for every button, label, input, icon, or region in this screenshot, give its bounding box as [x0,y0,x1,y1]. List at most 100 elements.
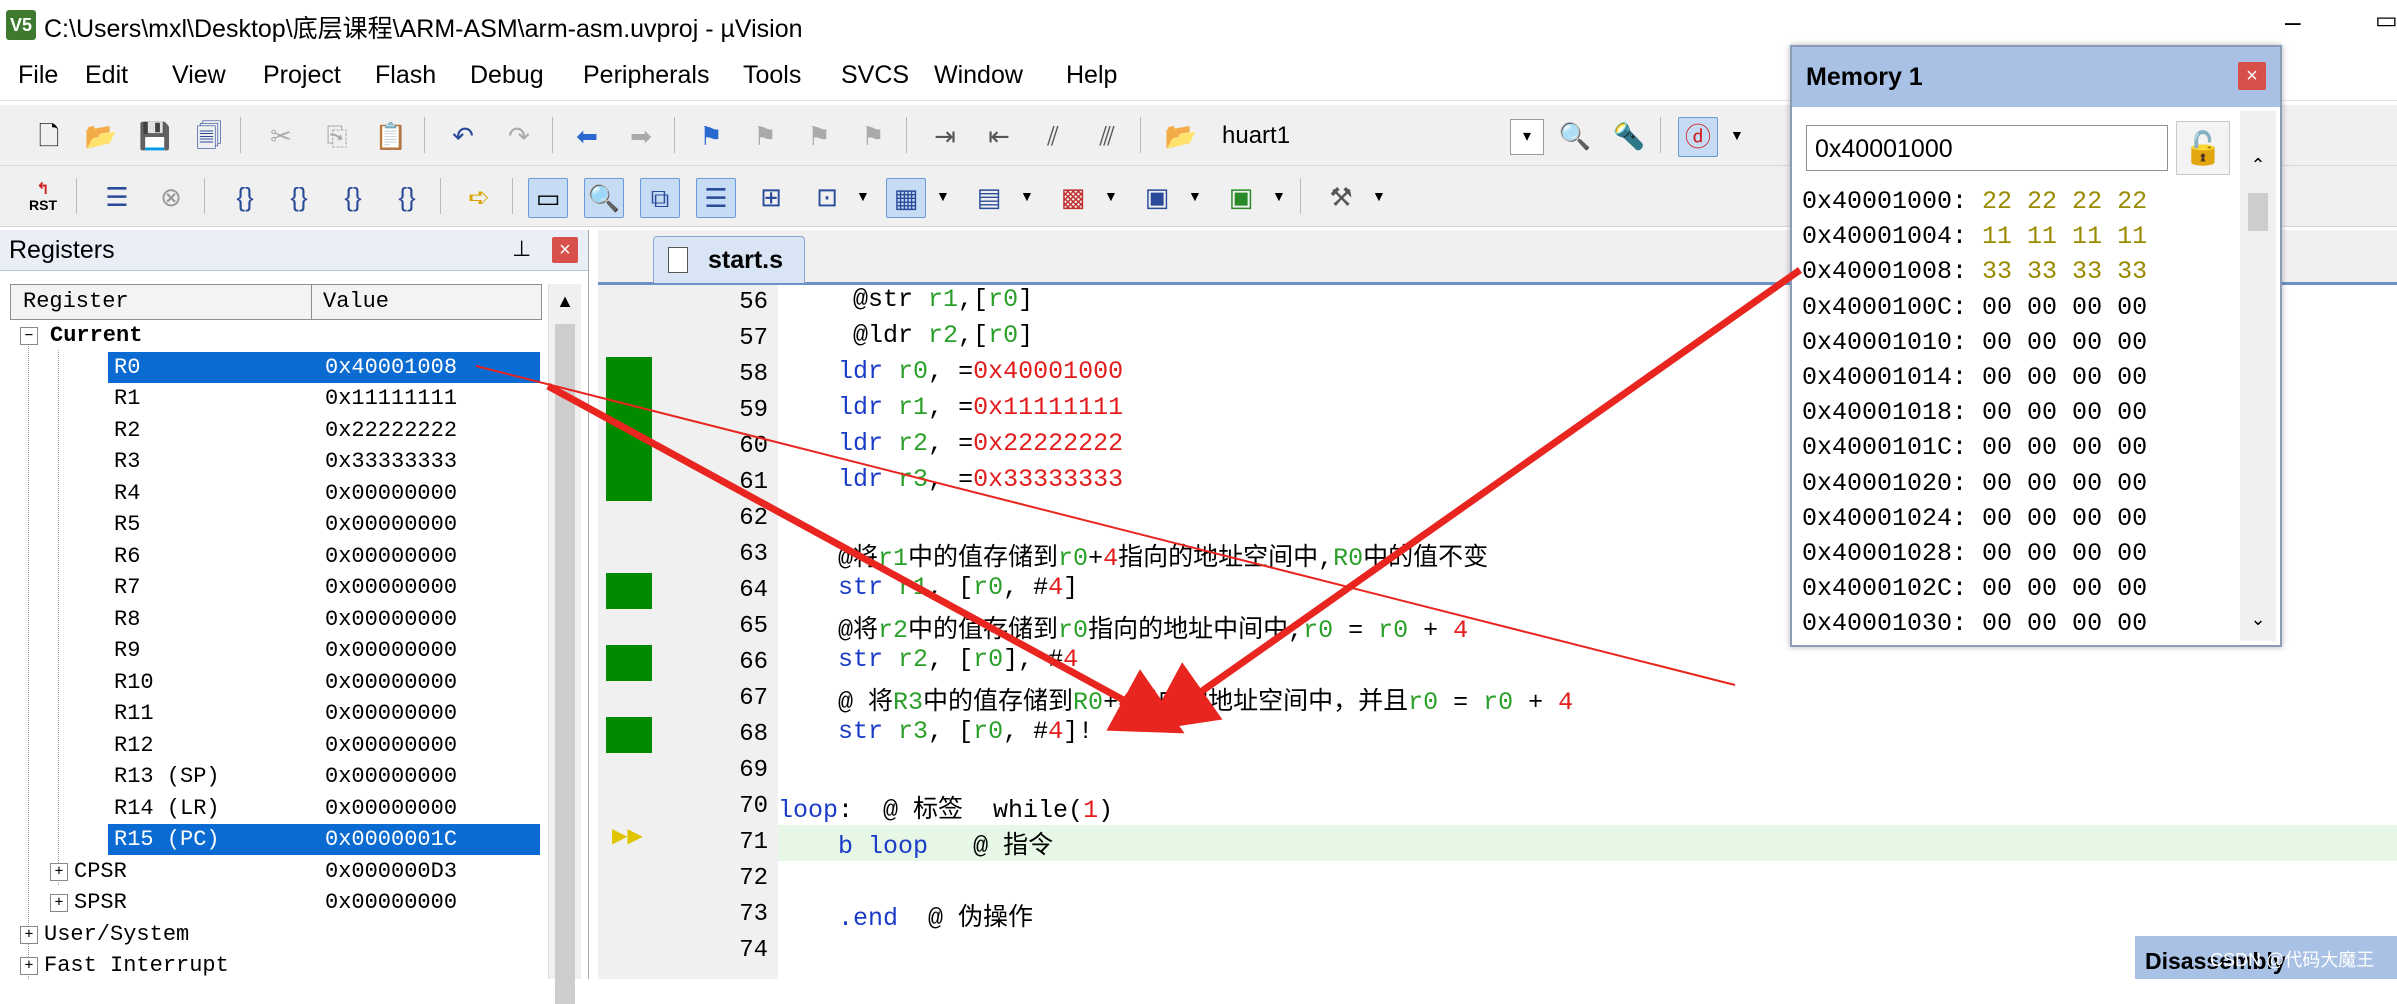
menu-edit[interactable]: Edit [85,61,128,90]
register-row-r10[interactable]: R10 0x00000000 [10,667,540,698]
menu-svcs[interactable]: SVCS [841,61,909,90]
memory-bytes[interactable]: 33 33 33 33 [1982,257,2147,286]
collapse-icon[interactable]: − [20,327,38,345]
step-out-icon[interactable]: {} [334,178,372,216]
register-row-group-user[interactable]: + User/System [10,919,540,950]
chevron-down-icon[interactable]: ▼ [1372,188,1386,204]
register-row-r11[interactable]: R11 0x00000000 [10,698,540,729]
register-value[interactable]: 0x40001008 [325,355,457,380]
nav-forward-icon[interactable]: ➡ [622,117,660,155]
memory-line[interactable]: 0x4000102C: 00 00 00 00 [1802,574,2147,610]
indent-icon[interactable]: ⇥ [926,117,964,155]
memory-line[interactable]: 0x40001000: 22 22 22 22 [1802,187,2147,223]
incremental-find-icon[interactable]: 🔦 [1610,117,1648,155]
find-combo-dropdown-icon[interactable]: ▾ [1510,119,1544,155]
column-divider[interactable] [311,285,312,319]
close-icon[interactable]: × [552,237,578,263]
register-row-r8[interactable]: R8 0x00000000 [10,604,540,635]
next-bookmark-icon[interactable]: ⚑ [800,117,838,155]
call-stack-icon[interactable]: ⊞ [752,178,790,216]
memory-scrollbar[interactable]: ⌃ ⌄ [2240,111,2276,641]
comment-icon[interactable]: ⫽ [1034,117,1072,155]
expand-icon[interactable]: + [50,862,68,881]
register-value[interactable]: 0x00000000 [325,544,457,569]
memory-bytes[interactable]: 00 00 00 00 [1982,293,2147,322]
memory-window-icon[interactable]: ▦ [886,178,926,218]
register-row-r1[interactable]: R1 0x11111111 [10,383,540,414]
menu-window[interactable]: Window [934,61,1023,90]
register-row-r6[interactable]: R6 0x00000000 [10,541,540,572]
code-line-71-current[interactable]: b loop @ 指令 [778,825,2397,861]
watch-window-icon[interactable]: ⊡ [808,178,846,216]
memory-line[interactable]: 0x40001008: 33 33 33 33 [1802,257,2147,293]
expand-icon[interactable]: + [50,894,68,912]
redo-icon[interactable]: ↷ [500,117,538,155]
register-value[interactable]: 0x22222222 [325,418,457,443]
editor-gutter[interactable]: 56 57 58 59 60 61 62 63 64 65 66 67 68 69 70 71 72 73 74 ▶▶ [598,285,778,979]
memory-line[interactable]: 0x40001018: 00 00 00 00 [1802,398,2147,434]
code-line-68[interactable]: str r3, [r0, #4]! [778,717,2397,753]
menu-debug[interactable]: Debug [470,61,544,90]
reset-cpu-button[interactable]: ↰ RST [24,178,62,216]
memory-bytes[interactable]: 22 22 22 22 [1982,187,2147,216]
minimize-icon[interactable]: – [2285,6,2301,38]
chevron-down-icon[interactable]: ▼ [1730,127,1744,143]
expand-icon[interactable]: + [20,925,38,944]
code-line-66[interactable]: str r2, [r0], #4 [778,645,2397,681]
step-into-icon[interactable]: {} [226,178,264,216]
memory-bytes[interactable]: 00 00 00 00 [1982,504,2147,533]
register-row-r2[interactable]: R2 0x22222222 [10,415,540,446]
debug-session-icon[interactable]: ⓓ [1678,117,1718,157]
scrollbar-thumb[interactable] [2248,193,2268,231]
maximize-icon[interactable]: ▭ [2375,6,2397,35]
register-row-spsr[interactable]: + SPSR 0x00000000 [10,887,540,918]
code-line-69[interactable] [778,753,2397,789]
scroll-up-icon[interactable]: ▲ [549,284,581,318]
uncomment-icon[interactable]: ⫻ [1088,117,1126,155]
memory-bytes[interactable]: 00 00 00 00 [1982,363,2147,392]
column-value[interactable]: Value [323,289,389,314]
memory-line[interactable]: 0x40001020: 00 00 00 00 [1802,469,2147,505]
memory-bytes[interactable]: 00 00 00 00 [1982,328,2147,357]
register-row-r5[interactable]: R5 0x00000000 [10,509,540,540]
paste-icon[interactable]: 📋 [372,117,410,155]
memory-line[interactable]: 0x4000101C: 00 00 00 00 [1802,433,2147,469]
tree-group-current[interactable]: − Current [10,320,540,351]
serial-window-icon[interactable]: ▤ [970,178,1008,216]
menu-flash[interactable]: Flash [375,61,436,90]
register-value[interactable]: 0x00000000 [325,512,457,537]
memory-bytes[interactable]: 00 00 00 00 [1982,398,2147,427]
memory-line[interactable]: 0x40001030: 00 00 00 00 [1802,609,2147,637]
stop-icon[interactable]: ⊗ [152,178,190,216]
step-over-icon[interactable]: {} [280,178,318,216]
clear-bookmarks-icon[interactable]: ⚑ [854,117,892,155]
memory-bytes[interactable]: 00 00 00 00 [1982,433,2147,462]
prev-bookmark-icon[interactable]: ⚑ [746,117,784,155]
unindent-icon[interactable]: ⇤ [980,117,1018,155]
register-row-r7[interactable]: R7 0x00000000 [10,572,540,603]
code-line-70[interactable]: loop: @ 标签 while(1) [778,789,2397,825]
chevron-down-icon[interactable]: ▼ [1020,188,1034,204]
bookmark-icon[interactable]: ⚑ [692,117,730,155]
memory-bytes[interactable]: 00 00 00 00 [1982,469,2147,498]
undo-icon[interactable]: ↶ [444,117,482,155]
show-next-statement-icon[interactable]: ➪ [460,178,498,216]
register-row-r4[interactable]: R4 0x00000000 [10,478,540,509]
memory-dump[interactable]: 0x40001000: 22 22 22 22 0x40001004: 11 11… [1802,187,2232,637]
register-value[interactable]: 0x000000D3 [325,859,457,884]
memory-line[interactable]: 0x40001010: 00 00 00 00 [1802,328,2147,364]
register-value[interactable]: 0x33333333 [325,449,457,474]
memory-bytes[interactable]: 00 00 00 00 [1982,609,2147,637]
menu-project[interactable]: Project [263,61,341,90]
code-line-72[interactable] [778,861,2397,897]
registers-scrollbar[interactable]: ▲ [548,284,581,1004]
system-viewer-icon[interactable]: ▣ [1222,178,1260,216]
menu-view[interactable]: View [172,61,226,90]
memory-address-input[interactable]: 0x40001000 [1806,125,2168,171]
expand-icon[interactable]: + [20,957,38,975]
trace-window-icon[interactable]: ▣ [1138,178,1176,216]
memory-line[interactable]: 0x40001024: 00 00 00 00 [1802,504,2147,540]
register-row-r0[interactable]: R0 0x40001008 [10,351,540,383]
symbols-window-icon[interactable]: ⧉ [640,178,680,218]
register-row-r14[interactable]: R14 (LR) 0x00000000 [10,793,540,824]
